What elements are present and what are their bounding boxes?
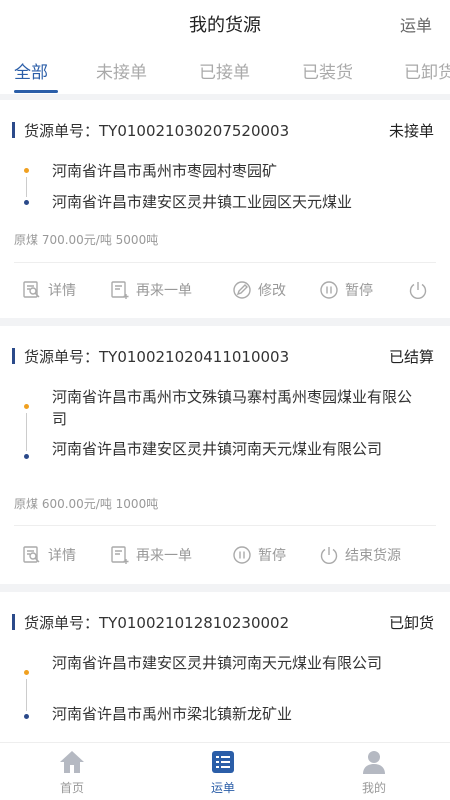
route-line	[26, 177, 27, 197]
details-button[interactable]: 详情	[22, 541, 76, 569]
end-cargo-label: 结束货源	[345, 548, 401, 564]
tabbar-mine-label: 我的	[361, 781, 386, 795]
card-header: 货源单号：TY010021030207520003 未接单	[12, 120, 434, 142]
order-number: TY010021012810230002	[99, 614, 290, 632]
tab-unaccepted[interactable]: 未接单	[96, 58, 147, 83]
pause-label: 暂停	[258, 548, 286, 564]
tab-loaded[interactable]: 已装货	[302, 58, 353, 83]
order-label: 货源单号：	[24, 122, 100, 140]
tabbar-waybill-label: 运单	[210, 781, 235, 795]
card-header: 货源单号：TY010021012810230002 已卸货	[12, 612, 434, 634]
destination-address: 河南省许昌市禹州市梁北镇新龙矿业	[52, 705, 293, 723]
waybill-link[interactable]: 运单	[400, 12, 432, 36]
divider	[14, 262, 436, 263]
pause-label: 暂停	[345, 283, 373, 299]
accent-bar	[12, 614, 15, 630]
destination-address: 河南省许昌市建安区灵井镇河南天元煤业有限公司	[52, 440, 383, 458]
status-badge: 未接单	[388, 122, 434, 140]
power-icon	[320, 547, 338, 564]
end-cargo-button[interactable]: 结束货源	[319, 541, 401, 569]
tab-underline	[14, 90, 58, 93]
tabbar-home-label: 首页	[59, 781, 84, 795]
order-number: TY010021030207520003	[99, 122, 290, 140]
details-icon	[23, 546, 40, 563]
pause-button[interactable]: 暂停	[319, 276, 373, 304]
order-label: 货源单号：	[24, 348, 100, 366]
reorder-icon	[111, 546, 129, 564]
tab-accepted[interactable]: 已接单	[199, 58, 250, 83]
list-icon	[212, 751, 234, 773]
origin-address: 河南省许昌市禹州市文殊镇马寨村禹州枣园煤业有限公司	[52, 388, 413, 428]
pause-icon	[233, 546, 251, 564]
reorder-icon	[111, 281, 129, 299]
details-icon	[23, 281, 40, 298]
edit-icon	[233, 281, 251, 299]
pause-button[interactable]: 暂停	[232, 541, 286, 569]
user-icon	[363, 751, 385, 774]
card-header: 货源单号：TY010021020411010003 已结算	[12, 346, 434, 368]
cargo-meta: 原煤 600.00元/吨 1000吨	[14, 497, 159, 511]
page-title: 我的货源	[189, 15, 261, 36]
origin-address: 河南省许昌市建安区灵井镇河南天元煤业有限公司	[52, 654, 383, 672]
order-label: 货源单号：	[24, 614, 100, 632]
destination-dot-icon	[24, 200, 29, 205]
route-line	[26, 679, 27, 711]
edit-button[interactable]: 修改	[232, 276, 286, 304]
route: 河南省许昌市禹州市文殊镇马寨村禹州枣园煤业有限公司 河南省许昌市建安区灵井镇河南…	[16, 386, 434, 486]
details-button[interactable]: 详情	[22, 276, 76, 304]
order-number: TY010021020411010003	[99, 348, 290, 366]
reorder-label: 再来一单	[136, 283, 192, 299]
destination-dot-icon	[24, 714, 29, 719]
home-icon	[60, 751, 84, 773]
route: 河南省许昌市禹州市枣园村枣园矿 河南省许昌市建安区灵井镇工业园区天元煤业	[16, 158, 434, 218]
route-line	[26, 413, 27, 451]
header-bar: 我的货源 运单	[0, 0, 450, 46]
accent-bar	[12, 348, 15, 364]
tabbar-home[interactable]: 首页	[27, 749, 117, 796]
reorder-button[interactable]: 再来一单	[110, 276, 192, 304]
route: 河南省许昌市建安区灵井镇河南天元煤业有限公司 河南省许昌市禹州市梁北镇新龙矿业	[16, 652, 434, 732]
destination-address: 河南省许昌市建安区灵井镇工业园区天元煤业	[52, 193, 353, 211]
tab-all[interactable]: 全部	[14, 58, 48, 83]
bottom-tab-bar: 首页 运单 我的	[0, 742, 450, 800]
details-label: 详情	[48, 283, 76, 299]
reorder-label: 再来一单	[136, 548, 192, 564]
reorder-button[interactable]: 再来一单	[110, 541, 192, 569]
destination-dot-icon	[24, 454, 29, 459]
card-actions: 详情 再来一单 暂停 结束货源	[0, 541, 450, 569]
tabbar-waybill[interactable]: 运单	[178, 749, 268, 796]
cargo-card[interactable]: 货源单号：TY010021012810230002 已卸货 河南省许昌市建安区灵…	[0, 592, 450, 742]
origin-address: 河南省许昌市禹州市枣园村枣园矿	[52, 162, 278, 180]
cargo-meta: 原煤 700.00元/吨 5000吨	[14, 233, 159, 247]
end-button[interactable]	[408, 276, 434, 304]
origin-dot-icon	[24, 404, 29, 409]
accent-bar	[12, 122, 15, 138]
card-actions: 详情 再来一单 修改 暂停	[0, 276, 450, 304]
status-badge: 已结算	[388, 348, 434, 366]
details-label: 详情	[48, 548, 76, 564]
tab-unloaded[interactable]: 已卸货	[404, 58, 450, 83]
cargo-card[interactable]: 货源单号：TY010021030207520003 未接单 河南省许昌市禹州市枣…	[0, 100, 450, 318]
tabbar-mine[interactable]: 我的	[329, 749, 419, 796]
origin-dot-icon	[24, 670, 29, 675]
divider	[14, 525, 436, 526]
cargo-card[interactable]: 货源单号：TY010021020411010003 已结算 河南省许昌市禹州市文…	[0, 326, 450, 584]
status-badge: 已卸货	[388, 614, 434, 632]
power-icon	[409, 282, 427, 299]
edit-label: 修改	[258, 283, 286, 299]
status-tabs: 全部 未接单 已接单 已装货 已卸货	[0, 46, 450, 94]
origin-dot-icon	[24, 168, 29, 173]
pause-icon	[320, 281, 338, 299]
